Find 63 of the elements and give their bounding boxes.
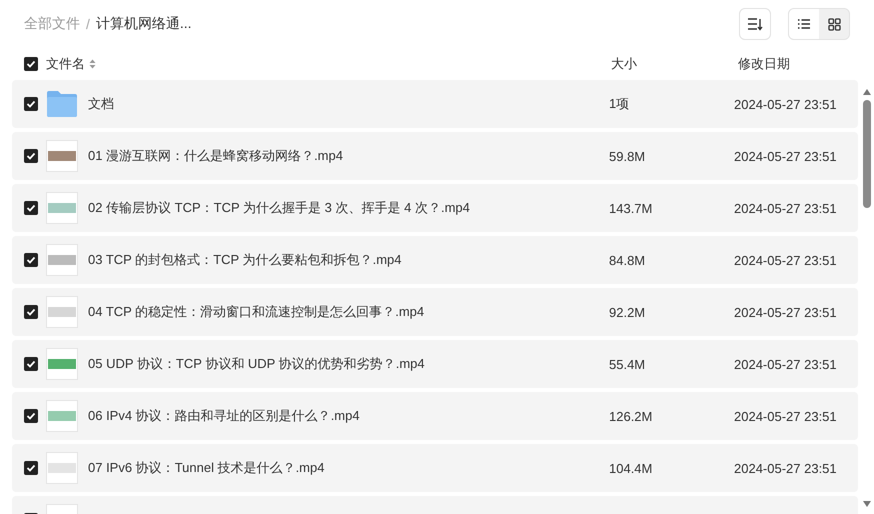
thumbnail-placeholder <box>46 192 78 224</box>
modified-date: 2024-05-27 23:51 <box>734 96 837 112</box>
file-row[interactable]: 05 UDP 协议：TCP 协议和 UDP 协议的优势和劣势？.mp4 55.4M 2024-05-27 23:51 <box>12 340 858 388</box>
file-row[interactable]: 06 IPv4 协议：路由和寻址的区别是什么？.mp4 126.2M 2024-05-27 23:51 <box>12 392 858 440</box>
file-name[interactable]: 06 IPv4 协议：路由和寻址的区别是什么？.mp4 <box>88 407 360 425</box>
modified-date: 2024-05-27 23:51 <box>734 304 837 320</box>
sort-icon <box>747 17 763 31</box>
scroll-down-icon[interactable] <box>862 500 872 508</box>
checkbox[interactable] <box>24 461 38 475</box>
file-size: 104.4M <box>609 460 652 476</box>
file-size: 126.2M <box>609 408 652 424</box>
list-icon <box>797 18 811 30</box>
view-list-button[interactable] <box>789 9 819 39</box>
thumbnail-placeholder <box>46 140 78 172</box>
file-row[interactable]: 04 TCP 的稳定性：滑动窗口和流速控制是怎么回事？.mp4 92.2M 2024-05-27 23:51 <box>12 288 858 336</box>
thumbnail-placeholder <box>46 296 78 328</box>
file-row[interactable]: 01 漫游互联网：什么是蜂窝移动网络？.mp4 59.8M 2024-05-27 23:51 <box>12 132 858 180</box>
checkbox[interactable] <box>24 97 38 111</box>
checkbox[interactable] <box>24 409 38 423</box>
sort-arrows-icon <box>89 59 96 69</box>
checkbox[interactable] <box>24 149 38 163</box>
file-name[interactable]: 02 传输层协议 TCP：TCP 为什么握手是 3 次、挥手是 4 次？.mp4 <box>88 199 470 217</box>
column-header: 修改日期 <box>738 55 790 73</box>
column-header[interactable]: 文件名 <box>46 55 96 73</box>
file-row[interactable]: 03 TCP 的封包格式：TCP 为什么要粘包和拆包？.mp4 84.8M 2024-05-27 23:51 <box>12 236 858 284</box>
checkbox[interactable] <box>24 357 38 371</box>
breadcrumb-item[interactable]: 计算机网络通... <box>96 15 192 33</box>
file-size: 92.2M <box>609 304 646 320</box>
modified-date: 2024-05-27 23:51 <box>734 252 837 268</box>
scrollbar-thumb[interactable] <box>863 100 871 208</box>
thumbnail-placeholder <box>46 348 78 380</box>
thumbnail-placeholder <box>46 244 78 276</box>
thumbnail-placeholder <box>46 400 78 432</box>
folder-icon <box>46 90 78 118</box>
modified-date: 2024-05-27 23:51 <box>734 356 837 372</box>
file-size: 59.8M <box>609 148 646 164</box>
checkbox[interactable] <box>24 57 38 71</box>
file-name[interactable]: 04 TCP 的稳定性：滑动窗口和流速控制是怎么回事？.mp4 <box>88 303 424 321</box>
file-size: 1项 <box>609 96 630 111</box>
file-name[interactable]: 01 漫游互联网：什么是蜂窝移动网络？.mp4 <box>88 147 343 165</box>
sort-button[interactable] <box>739 8 771 40</box>
file-row[interactable]: 文档 1项 2024-05-27 23:51 <box>12 80 858 128</box>
checkbox[interactable] <box>24 253 38 267</box>
file-row[interactable]: 07 IPv6 协议：Tunnel 技术是什么？.mp4 104.4M 2024-05-27 23:51 <box>12 444 858 492</box>
modified-date: 2024-05-27 23:51 <box>734 148 837 164</box>
modified-date: 2024-05-27 23:51 <box>734 200 837 216</box>
file-size: 143.7M <box>609 200 652 216</box>
breadcrumb-separator: / <box>86 16 90 32</box>
column-header: 大小 <box>611 55 637 73</box>
file-name[interactable]: 03 TCP 的封包格式：TCP 为什么要粘包和拆包？.mp4 <box>88 251 402 269</box>
file-row[interactable]: 02 传输层协议 TCP：TCP 为什么握手是 3 次、挥手是 4 次？.mp4 143.7M 2024-05-27 23:51 <box>12 184 858 232</box>
file-name[interactable]: 05 UDP 协议：TCP 协议和 UDP 协议的优势和劣势？.mp4 <box>88 355 425 373</box>
scroll-up-icon[interactable] <box>862 88 872 96</box>
file-size: 55.4M <box>609 356 646 372</box>
checkbox[interactable] <box>24 305 38 319</box>
file-name[interactable]: 07 IPv6 协议：Tunnel 技术是什么？.mp4 <box>88 459 324 477</box>
file-name[interactable]: 文档 <box>88 95 114 113</box>
thumbnail-placeholder <box>46 452 78 484</box>
file-size: 84.8M <box>609 252 646 268</box>
modified-date: 2024-05-27 23:51 <box>734 460 837 476</box>
grid-icon <box>828 18 840 30</box>
checkbox[interactable] <box>24 201 38 215</box>
modified-date: 2024-05-27 23:51 <box>734 408 837 424</box>
